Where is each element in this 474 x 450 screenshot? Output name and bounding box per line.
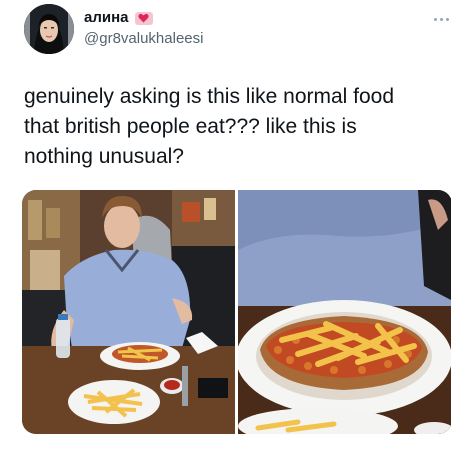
display-name[interactable]: алина bbox=[84, 9, 153, 27]
user-handle[interactable]: @gr8valukhaleesi bbox=[84, 30, 203, 48]
heart-icon bbox=[138, 13, 149, 23]
tweet-text: genuinely asking is this like normal foo… bbox=[24, 85, 395, 168]
heart-badge bbox=[134, 11, 153, 25]
media-grid[interactable] bbox=[22, 190, 452, 434]
more-horizontal-icon bbox=[433, 17, 437, 21]
photo-man-with-beans-on-toast bbox=[22, 190, 235, 434]
avatar-photo bbox=[24, 4, 74, 54]
avatar[interactable] bbox=[24, 4, 74, 54]
tweet-card: алина @gr8valukhaleesi genuinely asking … bbox=[0, 0, 474, 450]
photo-beans-on-toast-closeup bbox=[238, 190, 451, 434]
more-options-button[interactable] bbox=[430, 12, 452, 26]
media-photo-1[interactable] bbox=[22, 190, 235, 434]
display-name-text: алина bbox=[84, 9, 129, 26]
more-horizontal-icon bbox=[439, 17, 443, 21]
more-horizontal-icon bbox=[445, 17, 449, 21]
media-photo-2[interactable] bbox=[238, 190, 451, 434]
